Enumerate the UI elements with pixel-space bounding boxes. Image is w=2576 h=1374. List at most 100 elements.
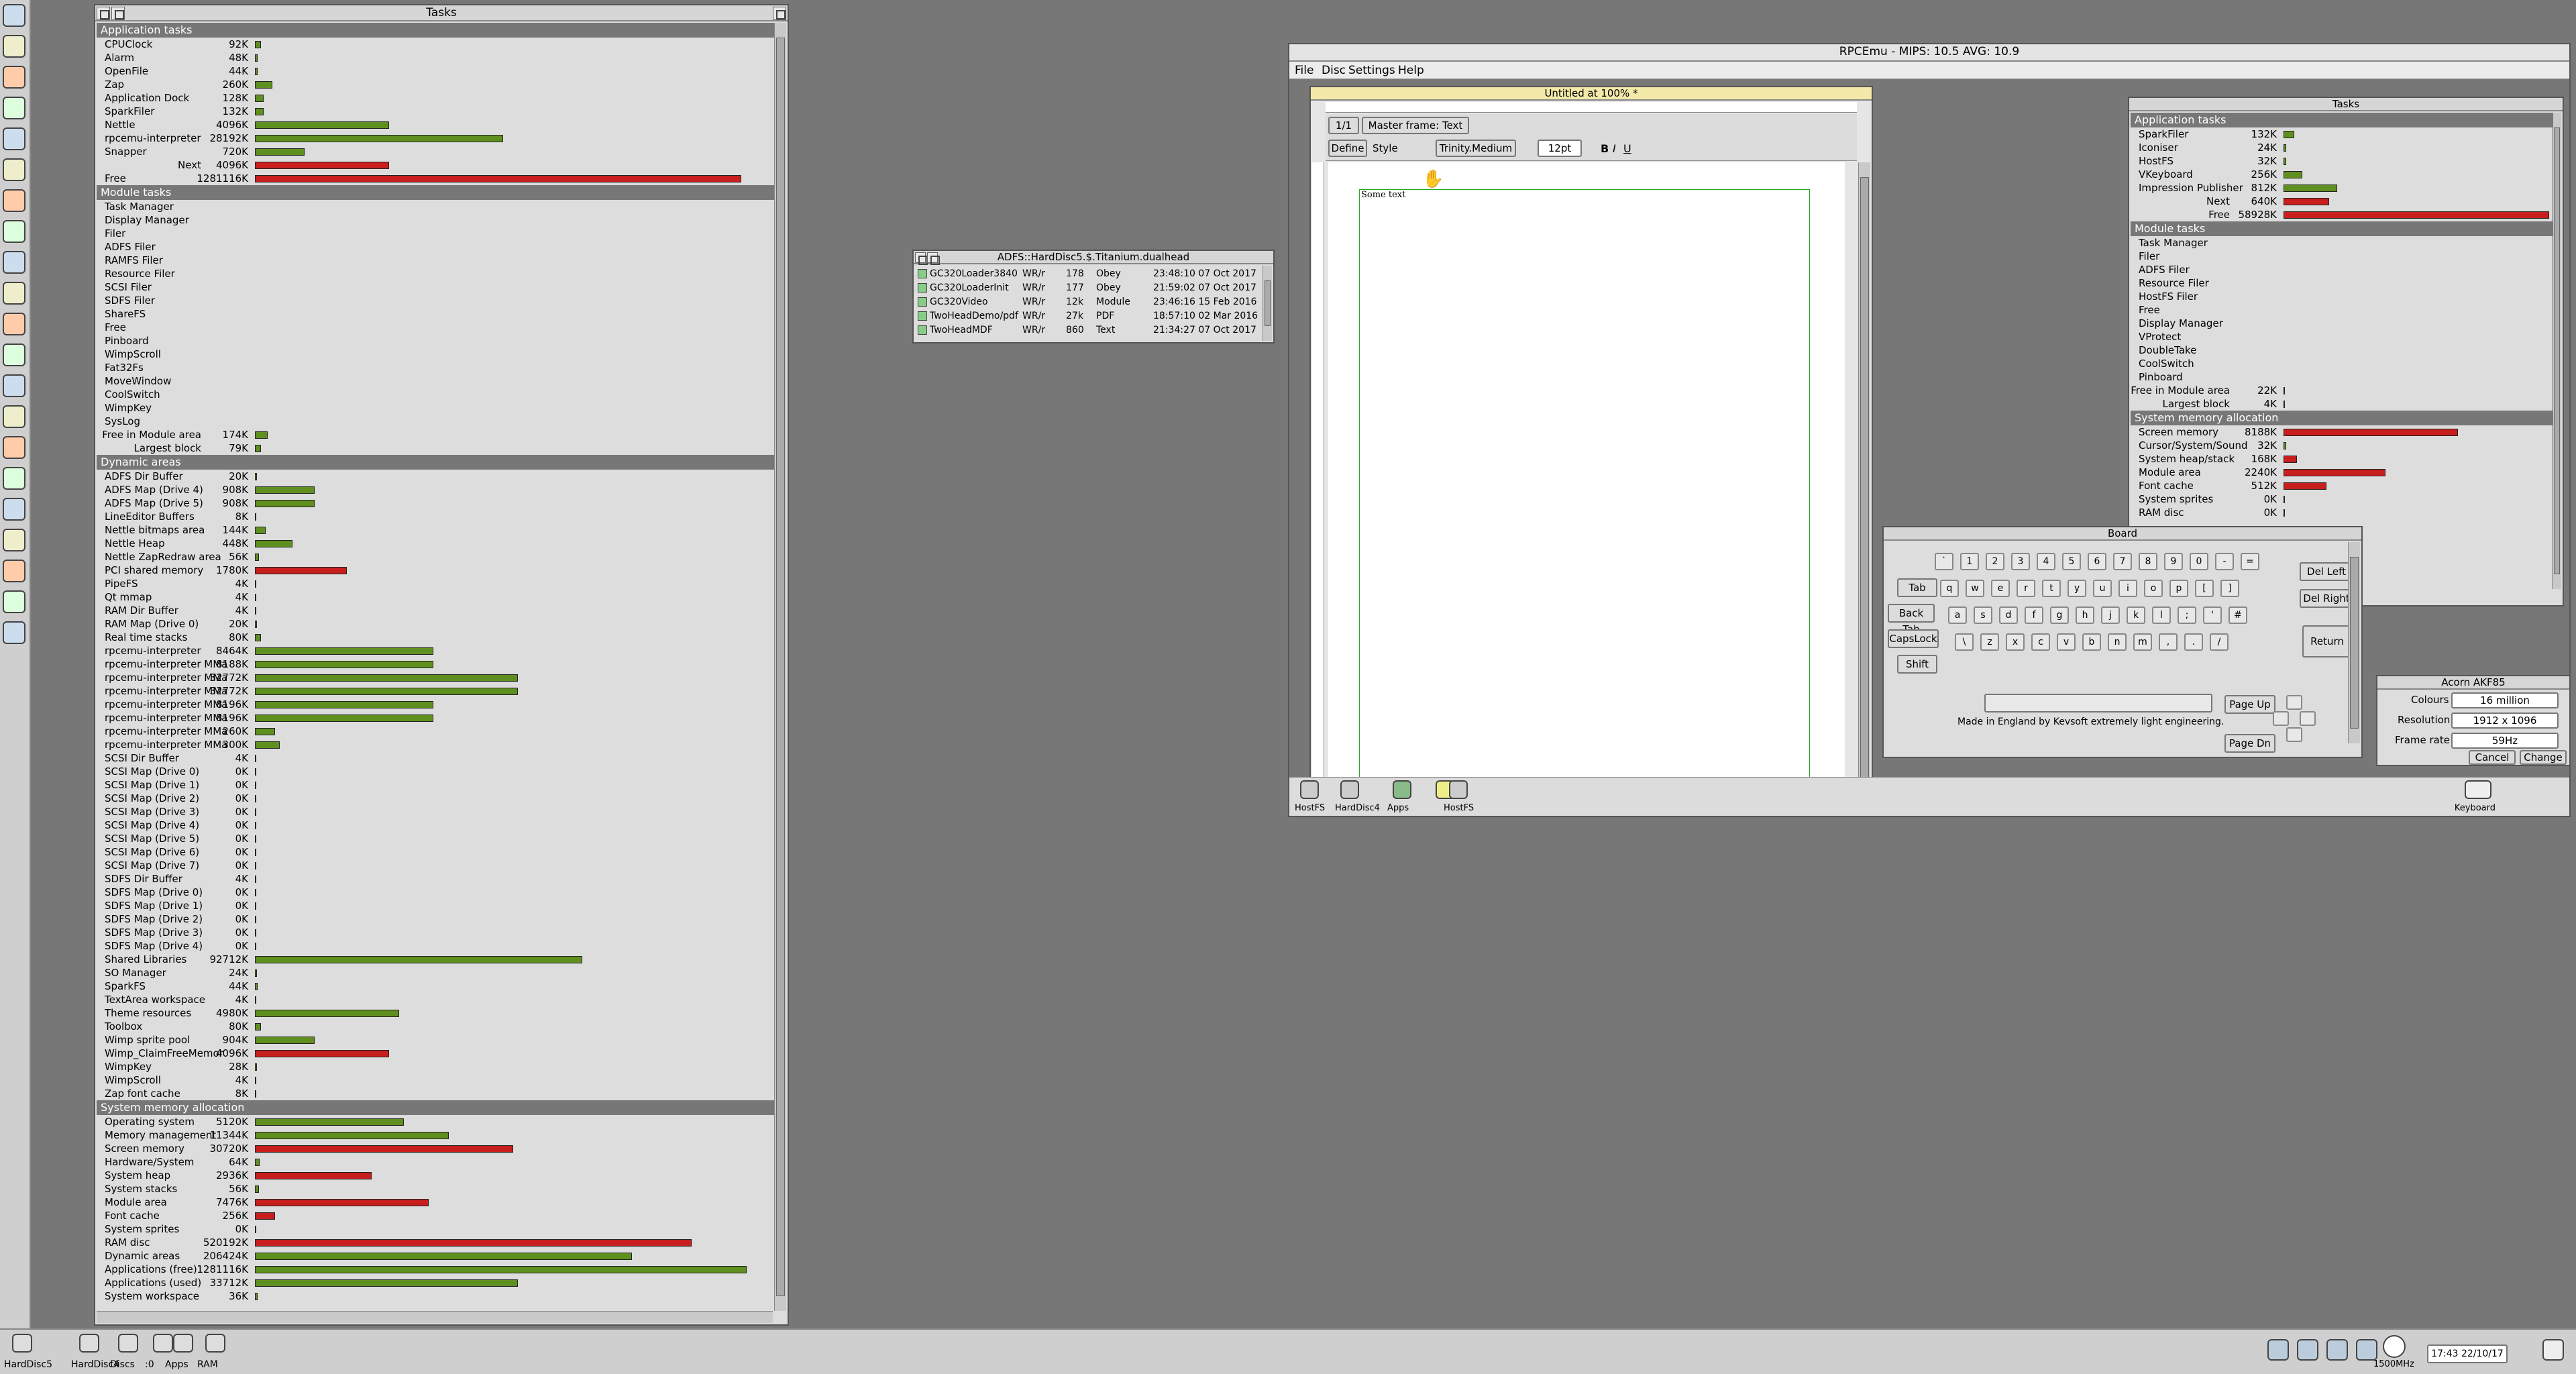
memory-bar[interactable] <box>255 135 503 142</box>
memory-bar[interactable] <box>255 81 272 89</box>
document-text[interactable]: Some text <box>1361 190 1405 200</box>
menu-settings[interactable]: Settings <box>1348 64 1395 77</box>
memory-bar[interactable] <box>255 956 582 963</box>
module-row[interactable]: Resource Filer <box>2131 276 2553 290</box>
memory-bar[interactable] <box>255 1010 399 1017</box>
title-bar[interactable]: Tasks <box>95 5 788 21</box>
display-icon[interactable] <box>3 220 25 243</box>
key-x[interactable]: x <box>2006 633 2025 651</box>
key-e[interactable]: e <box>1991 580 2010 597</box>
module-row[interactable]: Pinboard <box>2131 370 2553 384</box>
bold-button[interactable]: B <box>1601 142 1609 155</box>
key-d[interactable]: d <box>1999 606 2018 624</box>
task-row[interactable]: System heap/stack 168K <box>2131 452 2553 466</box>
task-row[interactable]: Wimp_ClaimFreeMemor 4096K <box>97 1047 774 1060</box>
drive-icon[interactable] <box>79 1334 99 1353</box>
key-3[interactable]: 3 <box>2011 553 2030 570</box>
memory-bar[interactable] <box>255 943 256 950</box>
vertical-scrollbar[interactable] <box>774 23 786 1311</box>
module-row[interactable]: CoolSwitch <box>2131 357 2553 370</box>
key-f[interactable]: f <box>2025 606 2043 624</box>
key-z[interactable]: z <box>1980 633 1999 651</box>
memory-bar[interactable] <box>255 741 280 749</box>
security-icon[interactable] <box>3 189 25 212</box>
globe-icon[interactable] <box>3 374 25 397</box>
memory-bar[interactable] <box>255 1279 518 1287</box>
memory-bar[interactable] <box>2284 456 2297 463</box>
task-row[interactable]: System sprites 0K <box>97 1222 774 1236</box>
key-1[interactable]: 1 <box>1960 553 1979 570</box>
key-#[interactable]: # <box>2229 606 2247 624</box>
task-row[interactable]: Nettle Heap 448K <box>97 537 774 550</box>
key-9[interactable]: 9 <box>2164 553 2183 570</box>
task-row[interactable]: Zap 260K <box>97 78 774 91</box>
memory-bar[interactable] <box>2284 429 2458 436</box>
task-row[interactable]: SCSI Map (Drive 6) 0K <box>97 845 774 859</box>
memory-bar[interactable] <box>2284 158 2286 165</box>
device-icon[interactable] <box>1393 780 1411 799</box>
key-t[interactable]: t <box>2042 580 2061 597</box>
task-row[interactable]: SCSI Map (Drive 7) 0K <box>97 859 774 872</box>
drive-icon[interactable] <box>173 1334 193 1353</box>
task-row[interactable]: SDFS Dir Buffer 4K <box>97 872 774 886</box>
key-n[interactable]: n <box>2108 633 2127 651</box>
module-row[interactable]: Display Manager <box>2131 317 2553 330</box>
task-row[interactable]: rpcemu-interpreter MMa 8196K <box>97 698 774 711</box>
keyboard-icon[interactable] <box>2465 780 2491 799</box>
task-row[interactable]: WimpKey 28K <box>97 1060 774 1073</box>
task-row[interactable]: rpcemu-interpreter 8464K <box>97 644 774 657</box>
star-icon[interactable] <box>3 529 25 551</box>
monitor-icon[interactable] <box>3 127 25 150</box>
module-row[interactable]: Filer <box>97 227 774 240</box>
switch-icon[interactable] <box>2326 1339 2348 1361</box>
memory-bar[interactable] <box>255 1023 261 1030</box>
drive-icon[interactable] <box>205 1334 225 1353</box>
puzzle-icon[interactable] <box>3 467 25 490</box>
file-row[interactable]: GC320Video WR/r 12k Module 23:46:16 15 Feb 2… <box>915 295 1263 309</box>
task-row[interactable]: Toolbox 80K <box>97 1020 774 1033</box>
drive-label[interactable]: Apps <box>165 1359 189 1370</box>
key-p[interactable]: p <box>2169 580 2188 597</box>
keyboard-label[interactable]: Keyboard <box>2455 803 2496 813</box>
memory-bar[interactable] <box>255 148 305 156</box>
key-'[interactable]: ' <box>2203 606 2222 624</box>
task-row[interactable]: Free 58928K <box>2131 208 2553 221</box>
memory-bar[interactable] <box>255 1199 429 1206</box>
memory-bar[interactable] <box>255 715 433 722</box>
cpu-speed[interactable]: 1500MHz <box>2373 1359 2414 1369</box>
framerate-field[interactable]: 59Hz <box>2451 733 2559 749</box>
key-l[interactable]: l <box>2152 606 2171 624</box>
module-row[interactable]: WimpKey <box>97 401 774 415</box>
key-2[interactable]: 2 <box>1986 553 2004 570</box>
task-row[interactable]: rpcemu-interpreter MMa 32772K <box>97 671 774 684</box>
memory-bar[interactable] <box>255 513 256 521</box>
menu-file[interactable]: File <box>1295 64 1313 77</box>
memory-bar[interactable] <box>255 849 256 856</box>
module-row[interactable]: SysLog <box>97 415 774 428</box>
title-bar[interactable]: Untitled at 100% * <box>1311 87 1872 101</box>
memory-bar[interactable] <box>255 68 258 75</box>
cancel-button[interactable]: Cancel <box>2469 750 2516 765</box>
task-row[interactable]: RAM disc 0K <box>2131 506 2553 519</box>
memory-bar[interactable] <box>255 822 256 829</box>
task-row[interactable]: RAM Map (Drive 0) 20K <box>97 617 774 631</box>
task-row[interactable]: System stacks 56K <box>97 1182 774 1196</box>
task-row[interactable]: Snapper 720K <box>97 145 774 158</box>
memory-bar[interactable] <box>255 95 264 102</box>
task-row[interactable]: rpcemu-interpreter MMa 8196K <box>97 711 774 725</box>
task-row[interactable]: RAM disc 520192K <box>97 1236 774 1249</box>
task-row[interactable]: Applications (free) 1281116K <box>97 1263 774 1276</box>
page-up-button[interactable]: Page Up <box>2224 695 2275 714</box>
key-g[interactable]: g <box>2050 606 2069 624</box>
key-[[interactable]: [ <box>2195 580 2214 597</box>
tux-icon[interactable] <box>3 590 25 613</box>
define-button[interactable]: Define <box>1328 140 1367 157</box>
module-row[interactable]: DoubleTake <box>2131 344 2553 357</box>
task-row[interactable]: Nettle bitmaps area 144K <box>97 523 774 537</box>
chart-icon[interactable] <box>3 251 25 274</box>
task-row[interactable]: SCSI Map (Drive 5) 0K <box>97 832 774 845</box>
memory-bar[interactable] <box>2284 171 2302 178</box>
task-row[interactable]: Dynamic areas 206424K <box>97 1249 774 1263</box>
module-row[interactable]: Pinboard <box>97 334 774 348</box>
memory-bar[interactable] <box>2284 509 2285 517</box>
